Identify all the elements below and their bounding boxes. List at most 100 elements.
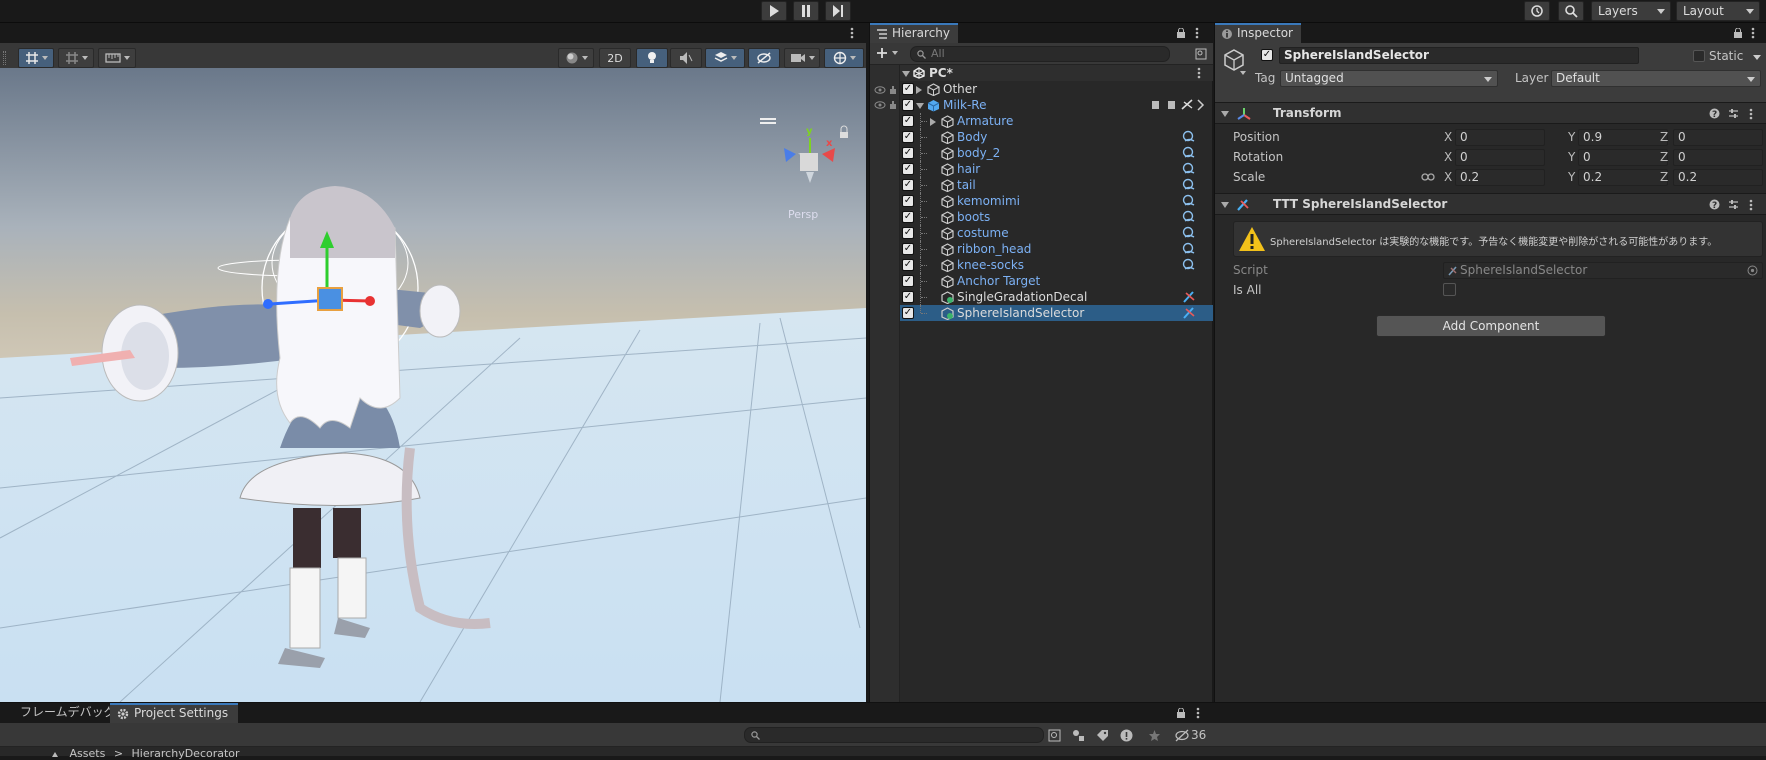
hierarchy-row[interactable]: ✓ Armature	[900, 113, 1213, 129]
step-button[interactable]	[825, 1, 851, 21]
tab-frame-debugger[interactable]: フレームデバッグ	[10, 703, 126, 723]
search-button[interactable]	[1558, 1, 1584, 21]
layout-dropdown[interactable]: Layout	[1676, 1, 1760, 21]
gizmos-dropdown[interactable]	[824, 48, 864, 68]
scene-root-row[interactable]: PC*	[900, 65, 1213, 81]
hierarchy-row[interactable]: ✓ ribbon_head	[900, 241, 1213, 257]
gameobject-cube-icon[interactable]	[1223, 48, 1245, 72]
more-options-icon[interactable]	[1749, 199, 1753, 211]
scale-y-field[interactable]: 0.2	[1578, 169, 1668, 186]
hierarchy-row[interactable]: ✓ boots	[900, 209, 1213, 225]
more-options-icon[interactable]	[1751, 27, 1755, 39]
hierarchy-row[interactable]: ✓ costume	[900, 225, 1213, 241]
lighting-toggle[interactable]	[636, 48, 668, 68]
chevron-down-icon[interactable]	[1240, 71, 1246, 75]
position-x-field[interactable]: 0	[1455, 129, 1545, 146]
eye-icon[interactable]	[874, 100, 886, 110]
help-icon[interactable]: ?	[1709, 199, 1720, 210]
transform-header[interactable]: Transform ?	[1215, 102, 1766, 124]
favorite-star-icon[interactable]	[1148, 729, 1161, 742]
active-checkbox[interactable]: ✓	[902, 275, 914, 287]
layer-dropdown[interactable]: Default	[1551, 70, 1761, 87]
ttt-component-header[interactable]: TTT SphereIslandSelector ?	[1215, 193, 1766, 215]
scale-x-field[interactable]: 0.2	[1455, 169, 1545, 186]
camera-settings-dropdown[interactable]	[784, 48, 820, 68]
tab-project-settings[interactable]: Project Settings	[110, 703, 239, 723]
active-checkbox[interactable]: ✓	[902, 163, 914, 175]
lock-icon[interactable]	[1176, 708, 1186, 718]
hierarchy-search-input[interactable]: All	[910, 46, 1170, 62]
active-checkbox[interactable]: ✓	[902, 259, 914, 271]
pickable-hand-icon[interactable]	[888, 100, 898, 110]
is-all-checkbox[interactable]	[1443, 283, 1456, 296]
lock-icon[interactable]	[1733, 28, 1743, 38]
pickable-hand-icon[interactable]	[888, 85, 898, 95]
object-name-field[interactable]: SphereIslandSelector	[1279, 47, 1639, 64]
label-tag-icon[interactable]	[1096, 729, 1109, 742]
hierarchy-row[interactable]: ✓ knee-socks	[900, 257, 1213, 273]
chevron-down-icon[interactable]	[1221, 111, 1229, 117]
eye-icon[interactable]	[874, 85, 886, 95]
more-options-icon[interactable]	[1197, 67, 1201, 79]
position-z-field[interactable]: 0	[1673, 129, 1763, 146]
eye-slash-icon[interactable]	[1174, 729, 1190, 742]
increment-snap-dropdown[interactable]	[98, 48, 136, 68]
active-checkbox[interactable]: ✓	[902, 179, 914, 191]
rotation-x-field[interactable]: 0	[1455, 149, 1545, 166]
scale-z-field[interactable]: 0.2	[1673, 169, 1763, 186]
warning-filter-icon[interactable]	[1120, 729, 1133, 742]
more-options-icon[interactable]	[1749, 108, 1753, 120]
more-options-icon[interactable]	[1195, 27, 1199, 39]
chevron-down-icon[interactable]	[1221, 202, 1229, 208]
hierarchy-row[interactable]: ✓ SphereIslandSelector	[900, 305, 1213, 321]
hierarchy-row[interactable]: ✓ Milk-Re	[900, 97, 1213, 113]
effects-toggle[interactable]	[705, 48, 745, 68]
active-checkbox[interactable]: ✓	[902, 211, 914, 223]
hierarchy-row[interactable]: ✓ kemomimi	[900, 193, 1213, 209]
chevron-down-icon[interactable]	[916, 103, 924, 109]
help-icon[interactable]: ?	[1709, 108, 1720, 119]
tag-dropdown[interactable]: Untagged	[1280, 70, 1498, 87]
hierarchy-row[interactable]: ✓ Anchor Target	[900, 273, 1213, 289]
2d-toggle[interactable]: 2D	[599, 48, 631, 68]
active-checkbox[interactable]: ✓	[902, 99, 914, 111]
chevron-down-icon[interactable]	[1753, 55, 1761, 60]
play-button[interactable]	[761, 1, 787, 21]
chevron-right-icon[interactable]	[930, 118, 936, 126]
active-checkbox[interactable]: ✓	[1261, 49, 1273, 61]
search-by-type-icon[interactable]	[1048, 729, 1061, 742]
active-checkbox[interactable]: ✓	[902, 131, 914, 143]
active-checkbox[interactable]: ✓	[902, 115, 914, 127]
hierarchy-row[interactable]: ✓ Body	[900, 129, 1213, 145]
hierarchy-row[interactable]: ✓ Other	[900, 81, 1213, 97]
hierarchy-row[interactable]: ✓ body_2	[900, 145, 1213, 161]
layers-dropdown[interactable]: Layers	[1591, 1, 1671, 21]
more-options-icon[interactable]	[850, 27, 854, 39]
breadcrumb-assets[interactable]: Assets	[70, 748, 106, 760]
project-search-input[interactable]	[744, 727, 1044, 743]
active-checkbox[interactable]: ✓	[902, 291, 914, 303]
chevron-down-icon[interactable]	[902, 71, 910, 77]
static-checkbox[interactable]	[1693, 50, 1705, 62]
position-y-field[interactable]: 0.9	[1578, 129, 1668, 146]
grid-snap-toggle[interactable]	[18, 48, 54, 68]
audio-toggle[interactable]	[670, 48, 702, 68]
pause-button[interactable]	[793, 1, 819, 21]
drag-handle[interactable]	[3, 51, 6, 65]
link-chain-icon[interactable]	[1421, 172, 1435, 182]
rotation-y-field[interactable]: 0	[1578, 149, 1668, 166]
scene-render[interactable]: y x Persp	[0, 68, 866, 702]
active-checkbox[interactable]: ✓	[902, 307, 914, 319]
snap-increment-toggle[interactable]	[58, 48, 94, 68]
add-component-button[interactable]: Add Component	[1376, 315, 1606, 337]
scene-viewport[interactable]: y x Persp	[0, 68, 866, 702]
hierarchy-row[interactable]: ✓ SingleGradationDecal	[900, 289, 1213, 305]
hierarchy-row[interactable]: ✓ tail	[900, 177, 1213, 193]
active-checkbox[interactable]: ✓	[902, 147, 914, 159]
rotation-z-field[interactable]: 0	[1673, 149, 1763, 166]
active-checkbox[interactable]: ✓	[902, 83, 914, 95]
filter-by-type-icon[interactable]	[1072, 729, 1085, 742]
tab-hierarchy[interactable]: Hierarchy	[870, 23, 959, 43]
lock-icon[interactable]	[1176, 28, 1186, 38]
presets-sliders-icon[interactable]	[1728, 199, 1739, 210]
